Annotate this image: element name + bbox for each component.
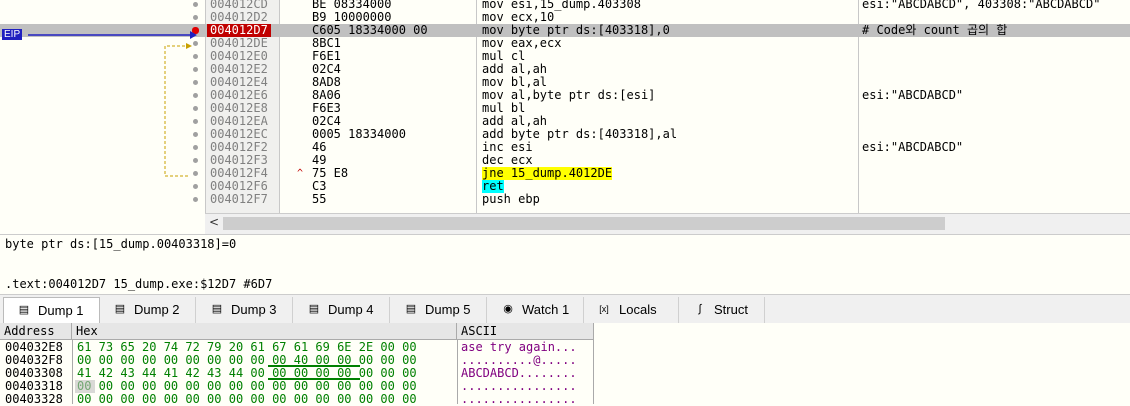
tab-label: Dump 3 [231, 302, 277, 317]
column-header-ascii[interactable]: ASCII [457, 323, 594, 340]
jump-arrow-head [186, 43, 192, 49]
column-header-hex[interactable]: Hex [72, 323, 457, 340]
dump-icon: ▤ [211, 303, 223, 315]
branch-arrows [28, 31, 197, 177]
tab-dump-2[interactable]: ▤ Dump 2 [100, 297, 196, 323]
jump-up-icon: ^ [297, 168, 304, 179]
tab-label: Locals [619, 302, 657, 317]
instruction-address: 004012F7 [210, 192, 268, 206]
bottom-tabs: ▤ Dump 1 ▤ Dump 2 ▤ Dump 3 ▤ Dump 4 ▤ Dump 5 ◉ Watc… [0, 294, 1130, 324]
dump-icon: ▤ [308, 303, 320, 315]
tab-label: Dump 5 [425, 302, 471, 317]
scroll-left-icon[interactable]: < [209, 215, 219, 229]
dump-row[interactable]: 00403328 00 00 00 00 00 00 00 00 00 00 00… [0, 393, 600, 406]
dump-icon: ▤ [405, 303, 417, 315]
info-pane: byte ptr ds:[15_dump.00403318]=0 .text:0… [0, 234, 1130, 293]
tab-struct[interactable]: ∫ Struct [680, 297, 765, 323]
instruction-comment: esi:"ABCDABCD" [862, 88, 964, 102]
instruction-bytes: 55 [312, 192, 327, 206]
instruction-text: push ebp [482, 192, 540, 206]
pointer-underline [268, 365, 360, 367]
selected-byte-highlight [75, 380, 95, 393]
tab-dump-1[interactable]: ▤ Dump 1 [3, 297, 100, 324]
tab-dump-3[interactable]: ▤ Dump 3 [197, 297, 293, 323]
jump-loop-line [164, 45, 190, 177]
info-line-location: .text:004012D7 15_dump.exe:$12D7 #6D7 [5, 277, 273, 291]
tab-watch-1[interactable]: ◉ Watch 1 [488, 297, 584, 323]
struct-icon: ∫ [698, 303, 702, 315]
dump-address: 00403328 [5, 392, 63, 406]
tab-label: Watch 1 [522, 302, 570, 317]
column-header-address[interactable]: Address [0, 323, 72, 340]
instruction-comment: esi:"ABCDABCD", 403308:"ABCDABCD" [862, 0, 1101, 11]
dump-ascii: ................ [461, 392, 577, 406]
tab-label: Dump 4 [328, 302, 374, 317]
tab-label: Dump 2 [134, 302, 180, 317]
locals-icon: [x] [599, 304, 609, 314]
tab-dump-5[interactable]: ▤ Dump 5 [391, 297, 487, 323]
tab-label: Struct [714, 302, 748, 317]
dump-view[interactable]: Address Hex ASCII 004032E8 61 73 65 20 74… [0, 323, 1130, 406]
instruction-comment: # Code와 count 곱의 합 [862, 23, 1008, 37]
dump-hex: 00 00 00 00 00 00 00 00 00 00 00 00 00 0… [77, 392, 417, 406]
disassembly-view[interactable]: 004012CD BE 08334000 mov esi,15_dump.40330… [0, 0, 1130, 213]
instruction-bytes: 0005 18334000 [312, 127, 406, 141]
dump-icon: ▤ [114, 303, 126, 315]
scroll-thumb[interactable] [223, 217, 945, 230]
tab-label: Dump 1 [38, 303, 84, 318]
eip-arrow-head [190, 31, 197, 39]
horizontal-scrollbar[interactable]: < [205, 213, 1130, 234]
tab-locals[interactable]: [x] Locals [585, 297, 679, 323]
pointer-underline [268, 378, 360, 380]
info-line-operand: byte ptr ds:[15_dump.00403318]=0 [5, 237, 237, 251]
instruction-comment: esi:"ABCDABCD" [862, 140, 964, 154]
dump-icon: ▤ [18, 304, 30, 316]
tab-dump-4[interactable]: ▤ Dump 4 [294, 297, 390, 323]
watch-icon: ◉ [503, 303, 513, 315]
